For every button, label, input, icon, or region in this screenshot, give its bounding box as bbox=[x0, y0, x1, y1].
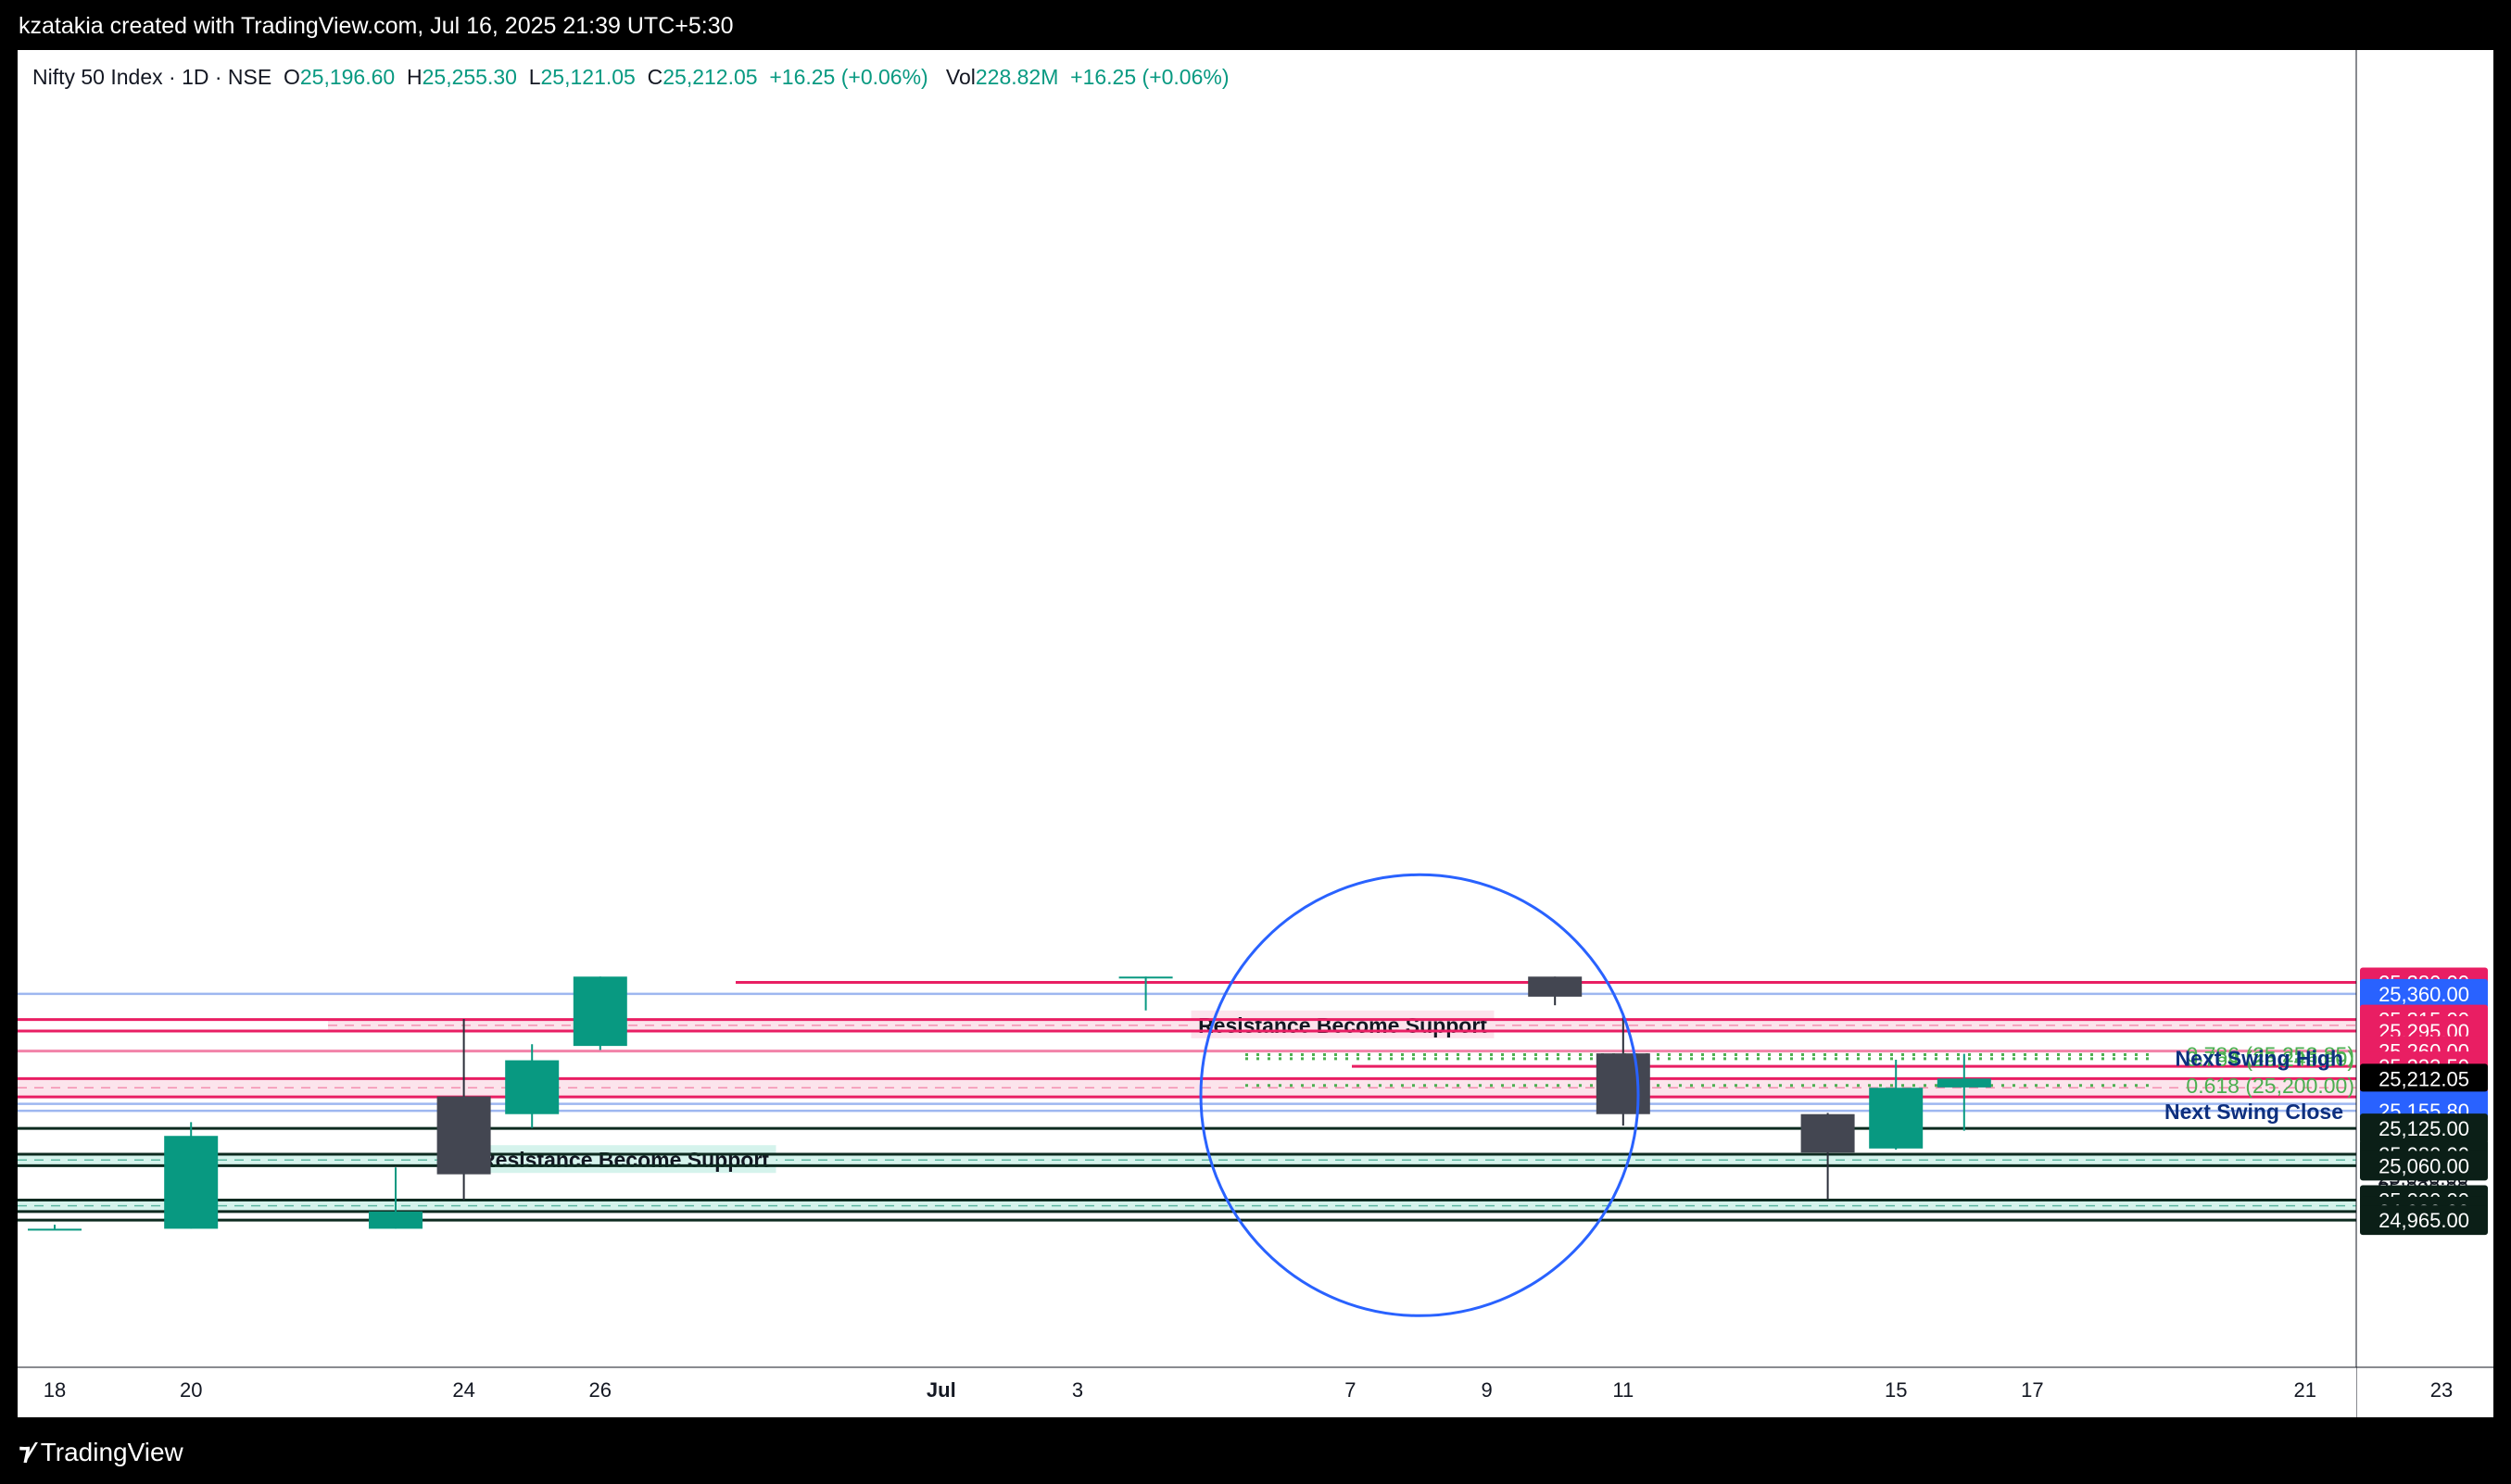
candle-body-2 bbox=[369, 1211, 423, 1229]
x-tick-10: 17 bbox=[2021, 1378, 2043, 1402]
change-value: +16.25 (+0.06%) bbox=[769, 65, 928, 89]
candle-body-7 bbox=[1528, 976, 1583, 997]
x-tick-0: 18 bbox=[44, 1378, 66, 1402]
brand-text: TradingView bbox=[40, 1438, 183, 1466]
x-tick-1: 20 bbox=[180, 1378, 202, 1402]
tradingview-logo-icon: ⁊⁄ bbox=[19, 1439, 33, 1466]
zone-label-2: Resistance Become Support bbox=[480, 1148, 769, 1172]
candle-body-9 bbox=[1800, 1113, 1855, 1153]
x-tick-4: Jul bbox=[927, 1378, 956, 1402]
annotation-1: Next Swing Close bbox=[2164, 1100, 2343, 1124]
low-label: L bbox=[528, 65, 541, 89]
volume-label: Vol bbox=[945, 65, 976, 89]
level-tag-text-1: 25,360.00 bbox=[2379, 983, 2469, 1006]
fib-label-2: 0.618 (25,200.00) bbox=[2186, 1074, 2354, 1098]
candle-body-6 bbox=[1118, 976, 1173, 979]
close-label: C bbox=[647, 65, 663, 89]
bottom-bar: ⁊⁄ TradingView bbox=[0, 1417, 2511, 1484]
top-bar: kzatakia created with TradingView.com, J… bbox=[0, 0, 2511, 50]
candle-body-1 bbox=[164, 1136, 219, 1229]
candle-body-5 bbox=[573, 976, 627, 1047]
current-price-text: 25,212.05 bbox=[2379, 1067, 2469, 1090]
x-tick-8: 11 bbox=[1612, 1378, 1634, 1402]
candle-body-0 bbox=[28, 1228, 82, 1231]
high-label: H bbox=[406, 65, 423, 89]
candle-body-10 bbox=[1869, 1088, 1924, 1149]
x-tick-5: 3 bbox=[1072, 1378, 1083, 1402]
price-chart[interactable]: Resistance Become Support Resistance Beco… bbox=[18, 50, 2493, 1417]
x-tick-7: 9 bbox=[1481, 1378, 1492, 1402]
time-axis-bg bbox=[18, 1367, 2356, 1417]
high-value: 25,255.30 bbox=[422, 65, 517, 89]
annotation-0: Next Swing High bbox=[2176, 1046, 2343, 1070]
chart-frame[interactable]: Resistance Become Support Resistance Beco… bbox=[18, 50, 2493, 1417]
candle-body-8 bbox=[1596, 1053, 1650, 1114]
level-tag-text-12: 25,060.00 bbox=[2379, 1154, 2469, 1177]
low-value: 25,121.05 bbox=[540, 65, 636, 89]
level-tag-text-10: 25,125.00 bbox=[2379, 1117, 2469, 1140]
symbol-label[interactable]: Nifty 50 Index · 1D · NSE bbox=[32, 65, 271, 89]
volume-value: 228.82M bbox=[975, 65, 1059, 89]
x-tick-3: 26 bbox=[589, 1378, 612, 1402]
ohlc-legend: Nifty 50 Index · 1D · NSE O25,196.60 H25… bbox=[32, 65, 1230, 90]
credit-text: kzatakia created with TradingView.com, J… bbox=[19, 13, 734, 39]
open-label: O bbox=[283, 65, 300, 89]
volume-change-value: +16.25 (+0.06%) bbox=[1070, 65, 1230, 89]
level-tag-text-15: 24,965.00 bbox=[2379, 1209, 2469, 1232]
x-tick-2: 24 bbox=[452, 1378, 474, 1402]
x-tick-9: 15 bbox=[1885, 1378, 1907, 1402]
x-tick-11: 21 bbox=[2294, 1378, 2316, 1402]
zone-label-0: Resistance Become Support bbox=[1198, 1013, 1487, 1038]
open-value: 25,196.60 bbox=[299, 65, 396, 89]
candle-body-11 bbox=[1937, 1078, 1991, 1088]
close-value: 25,212.05 bbox=[662, 65, 758, 89]
candle-body-4 bbox=[505, 1060, 560, 1114]
x-tick-12: 23 bbox=[2430, 1378, 2453, 1402]
x-tick-6: 7 bbox=[1344, 1378, 1356, 1402]
tradingview-brand[interactable]: ⁊⁄ TradingView bbox=[19, 1438, 183, 1467]
candle-body-3 bbox=[436, 1096, 491, 1175]
